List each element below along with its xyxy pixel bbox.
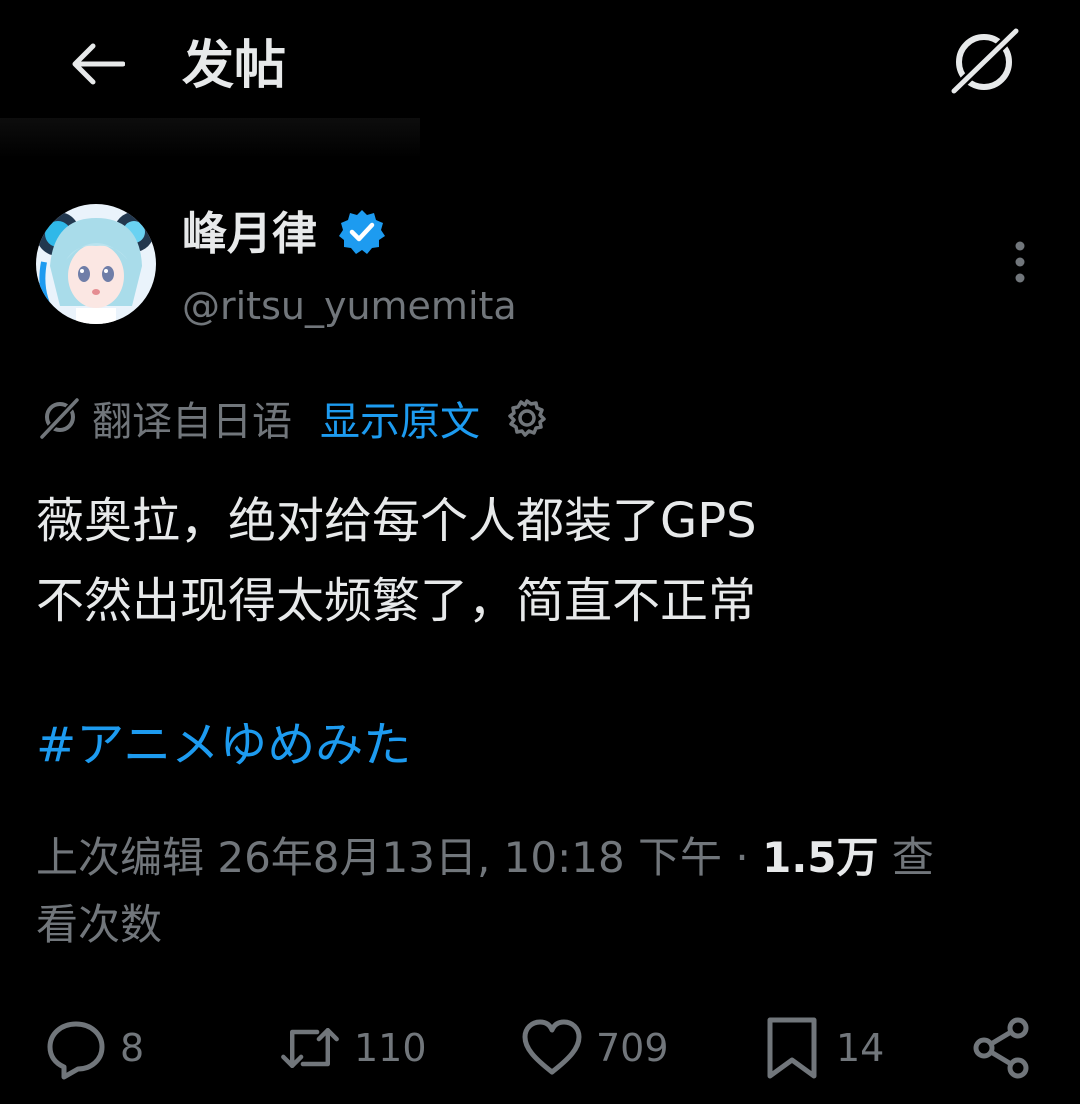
more-options-button[interactable] — [1000, 238, 1040, 290]
grok-button[interactable] — [944, 24, 1024, 101]
repost-button[interactable]: 110 — [278, 1012, 427, 1084]
share-icon — [970, 1016, 1034, 1080]
share-button[interactable] — [970, 1012, 1034, 1084]
edit-timestamp[interactable]: 上次编辑 26年8月13日, 10:18 下午 · — [36, 833, 762, 882]
verified-badge-icon — [338, 208, 386, 256]
back-button[interactable] — [66, 38, 128, 94]
views-label-part: 查 — [878, 833, 934, 882]
like-button[interactable]: 709 — [520, 1012, 669, 1084]
gear-icon[interactable] — [504, 395, 550, 441]
author-name[interactable]: 峰月律 — [182, 203, 317, 265]
show-original-link[interactable]: 显示原文 — [320, 389, 480, 447]
translation-bar: 翻译自日语 显示原文 — [36, 388, 550, 448]
grok-translate-icon — [36, 395, 82, 441]
views-count: 1.5万 — [762, 833, 879, 882]
header-shade — [0, 118, 420, 158]
author-handle[interactable]: @ritsu_yumemita — [182, 280, 517, 332]
grok-icon — [946, 24, 1023, 101]
post-text-line: 不然出现得太频繁了，简直不正常 — [36, 573, 757, 629]
like-count: 709 — [596, 1026, 669, 1070]
post-meta: 上次编辑 26年8月13日, 10:18 下午 · 1.5万 查 — [36, 828, 934, 888]
hashtag-link[interactable]: #アニメゆめみた — [36, 712, 411, 778]
repost-count: 110 — [354, 1026, 427, 1070]
translated-from-label: 翻译自日语 — [92, 399, 292, 445]
avatar[interactable] — [36, 204, 156, 324]
repost-icon — [278, 1016, 342, 1080]
page-title: 发帖 — [182, 36, 287, 96]
heart-icon — [520, 1016, 584, 1080]
reply-icon — [44, 1016, 108, 1080]
more-vertical-icon — [1014, 240, 1026, 288]
bookmark-icon — [760, 1016, 824, 1080]
reply-count: 8 — [120, 1026, 145, 1070]
reply-button[interactable]: 8 — [44, 1012, 144, 1084]
arrow-left-icon — [69, 42, 126, 90]
post-text-line: 薇奥拉，绝对给每个人都装了GPS — [36, 493, 757, 549]
top-bar: 发帖 — [0, 0, 1080, 158]
bookmark-button[interactable]: 14 — [760, 1012, 884, 1084]
bookmark-count: 14 — [836, 1026, 885, 1070]
views-label-continued: 看次数 — [36, 900, 163, 949]
